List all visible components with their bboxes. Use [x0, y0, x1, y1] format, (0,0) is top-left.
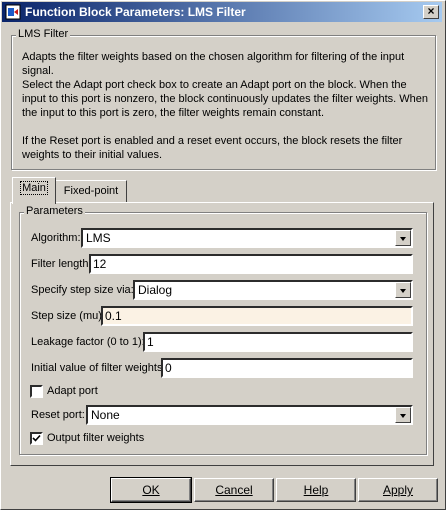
tab-main-label: Main [20, 181, 48, 195]
initial-weights-field[interactable]: 0 [161, 358, 413, 378]
algorithm-label: Algorithm: [31, 232, 81, 244]
ok-button-label: OK [142, 483, 160, 497]
help-button-label: Help [303, 483, 329, 497]
filter-length-label: Filter length: [31, 258, 92, 270]
tab-main[interactable]: Main [12, 177, 56, 204]
block-name-legend: LMS Filter [16, 28, 71, 40]
simulink-block-icon [5, 4, 21, 20]
chevron-down-icon[interactable] [395, 407, 411, 423]
chevron-down-icon[interactable] [395, 282, 411, 298]
algorithm-value: LMS [86, 231, 111, 245]
reset-port-label: Reset port: [31, 409, 85, 421]
adapt-port-checkbox[interactable] [30, 385, 43, 398]
title-bar[interactable]: Function Block Parameters: LMS Filter × [2, 2, 442, 22]
description-line-1: Adapts the filter weights based on the c… [22, 51, 405, 77]
output-weights-checkbox[interactable] [30, 432, 43, 445]
help-button[interactable]: Help [276, 478, 356, 502]
step-size-label: Step size (mu): [31, 310, 105, 322]
adapt-port-label[interactable]: Adapt port [47, 385, 98, 397]
chevron-down-icon[interactable] [395, 230, 411, 246]
apply-button[interactable]: Apply [358, 478, 438, 502]
output-weights-label[interactable]: Output filter weights [47, 432, 144, 444]
leakage-factor-label: Leakage factor (0 to 1): [31, 336, 145, 348]
reset-port-select[interactable]: None [86, 405, 413, 425]
step-size-source-select[interactable]: Dialog [133, 280, 413, 300]
tab-fixed-point-label: Fixed-point [63, 185, 119, 197]
algorithm-select[interactable]: LMS [81, 228, 413, 248]
close-icon: × [427, 4, 435, 18]
window-title: Function Block Parameters: LMS Filter [25, 5, 246, 19]
step-size-source-value: Dialog [138, 283, 173, 297]
reset-port-value: None [91, 408, 120, 422]
cancel-button[interactable]: Cancel [194, 478, 274, 502]
ok-button[interactable]: OK [110, 477, 192, 503]
step-size-source-label: Specify step size via: [31, 284, 134, 296]
initial-weights-label: Initial value of filter weights: [31, 362, 166, 374]
cancel-button-label: Cancel [215, 483, 253, 497]
parameters-legend: Parameters [24, 205, 85, 217]
leakage-factor-field[interactable]: 1 [143, 332, 413, 352]
description-line-2: Select the Adapt port check box to creat… [22, 79, 429, 119]
description-line-3: If the Reset port is enabled and a reset… [22, 135, 403, 161]
filter-length-field[interactable]: 12 [89, 254, 413, 274]
apply-button-label: Apply [382, 483, 414, 497]
tab-fixed-point[interactable]: Fixed-point [55, 180, 127, 202]
close-button[interactable]: × [423, 5, 439, 19]
step-size-field[interactable]: 0.1 [101, 306, 413, 326]
checkmark-icon [32, 434, 41, 442]
